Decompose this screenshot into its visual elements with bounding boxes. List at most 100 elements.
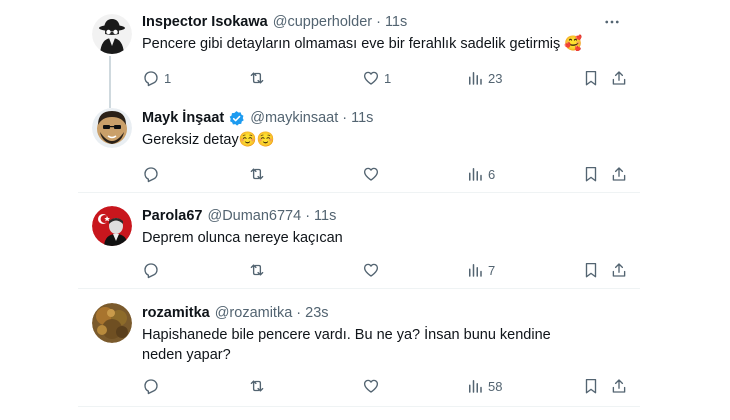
tweet-divider [78,288,640,289]
reply-icon [144,71,158,87]
views-button[interactable]: 7 [466,260,495,280]
views-chart-icon [469,380,482,393]
like-button[interactable] [362,376,384,396]
share-button[interactable] [610,260,628,280]
bookmark-button[interactable] [582,164,600,184]
retweet-button[interactable] [248,164,270,184]
tweet-header: Parola67 @Duman6774 · 11s [142,206,336,226]
reply-icon [144,167,158,183]
tweet-header: Mayk İnşaat @maykinsaat · 11s [142,108,373,128]
bookmark-icon [585,166,597,182]
more-dots-icon [605,20,619,24]
display-name[interactable]: Mayk İnşaat [142,110,224,126]
reply-icon [144,379,158,395]
views-count: 7 [488,262,496,278]
bearded-man-avatar-icon [92,108,132,148]
timestamp[interactable]: 11s [314,208,336,224]
bookmark-button[interactable] [582,68,600,88]
views-button[interactable]: 23 [466,68,502,88]
spy-avatar-icon [92,14,132,54]
share-icon [612,167,626,181]
more-options-button[interactable] [602,12,622,32]
like-count: 1 [384,70,392,86]
avatar[interactable] [92,14,132,54]
like-button[interactable]: 1 [362,68,391,88]
user-handle[interactable]: @Duman6774 [207,208,301,224]
views-chart-icon [469,264,482,277]
bookmark-icon [585,70,597,86]
tweet-text: Deprem olunca nereye kaçıcan [142,230,343,246]
views-count: 6 [488,166,496,182]
user-handle[interactable]: @rozamitka [215,305,293,321]
user-handle[interactable]: @maykinsaat [250,110,338,126]
heart-icon [363,263,379,277]
retweet-icon [250,168,264,180]
heart-icon [363,167,379,181]
tweet-text: Gereksiz detay☺️☺️ [142,132,275,148]
views-chart-icon [469,168,482,181]
timestamp[interactable]: 11s [385,14,407,30]
action-bar: 7 [142,260,642,280]
tweet-text: Pencere gibi detayların olmaması eve bir… [142,36,583,52]
separator-dot: · [305,208,311,224]
share-icon [612,263,626,277]
retweet-icon [250,264,264,276]
action-bar: 6 [142,164,642,184]
bookmark-icon [585,378,597,394]
views-button[interactable]: 58 [466,376,502,396]
retweet-button[interactable] [248,376,270,396]
like-button[interactable] [362,260,384,280]
flag-portrait-avatar-icon [92,206,132,246]
reply-button[interactable] [142,260,164,280]
reply-button[interactable] [142,376,164,396]
avatar[interactable] [92,303,132,343]
views-chart-icon [469,72,482,85]
tweet-header: Inspector Isokawa @cupperholder · 11s [142,12,407,32]
tweet-4[interactable]: rozamitka @rozamitka · 23s Hapishanede b… [78,303,640,403]
verified-badge-icon [229,110,244,126]
views-count: 23 [488,70,503,86]
action-bar: 58 [142,376,642,396]
tweet-2[interactable]: Mayk İnşaat @maykinsaat · 11s Gereksiz d… [78,108,640,188]
bookmark-button[interactable] [582,376,600,396]
reply-icon [144,263,158,279]
heart-icon [363,379,379,393]
reply-feed: Inspector Isokawa @cupperholder · 11s Pe… [0,0,730,420]
tweet-divider [78,192,640,193]
autumn-photo-avatar-icon [92,303,132,343]
like-button[interactable] [362,164,384,184]
separator-dot: · [376,14,381,30]
share-button[interactable] [610,68,628,88]
reply-count: 1 [164,70,172,86]
action-bar: 1 1 23 [142,68,642,88]
reply-button[interactable]: 1 [142,68,171,88]
retweet-icon [250,380,264,392]
separator-dot: · [296,305,302,321]
tweet-3[interactable]: Parola67 @Duman6774 · 11s Deprem olunca … [78,206,640,286]
tweet-text: Hapishanede bile pencere vardı. Bu ne ya… [142,327,551,363]
views-count: 58 [488,378,503,394]
share-button[interactable] [610,164,628,184]
reply-button[interactable] [142,164,164,184]
share-button[interactable] [610,376,628,396]
avatar[interactable] [92,206,132,246]
user-handle[interactable]: @cupperholder [273,14,372,30]
views-button[interactable]: 6 [466,164,495,184]
timestamp[interactable]: 23s [305,305,328,321]
tweet-1[interactable]: Inspector Isokawa @cupperholder · 11s Pe… [78,12,640,92]
separator-dot: · [342,110,348,126]
retweet-button[interactable] [248,260,270,280]
display-name[interactable]: rozamitka [142,305,210,321]
bookmark-button[interactable] [582,260,600,280]
share-icon [612,71,626,85]
avatar[interactable] [92,108,132,148]
bookmark-icon [585,262,597,278]
tweet-divider [78,406,640,407]
retweet-button[interactable] [248,68,270,88]
retweet-icon [250,72,264,84]
display-name[interactable]: Parola67 [142,208,202,224]
heart-icon [363,71,379,85]
timestamp[interactable]: 11s [351,110,373,126]
share-icon [612,379,626,393]
display-name[interactable]: Inspector Isokawa [142,14,268,30]
